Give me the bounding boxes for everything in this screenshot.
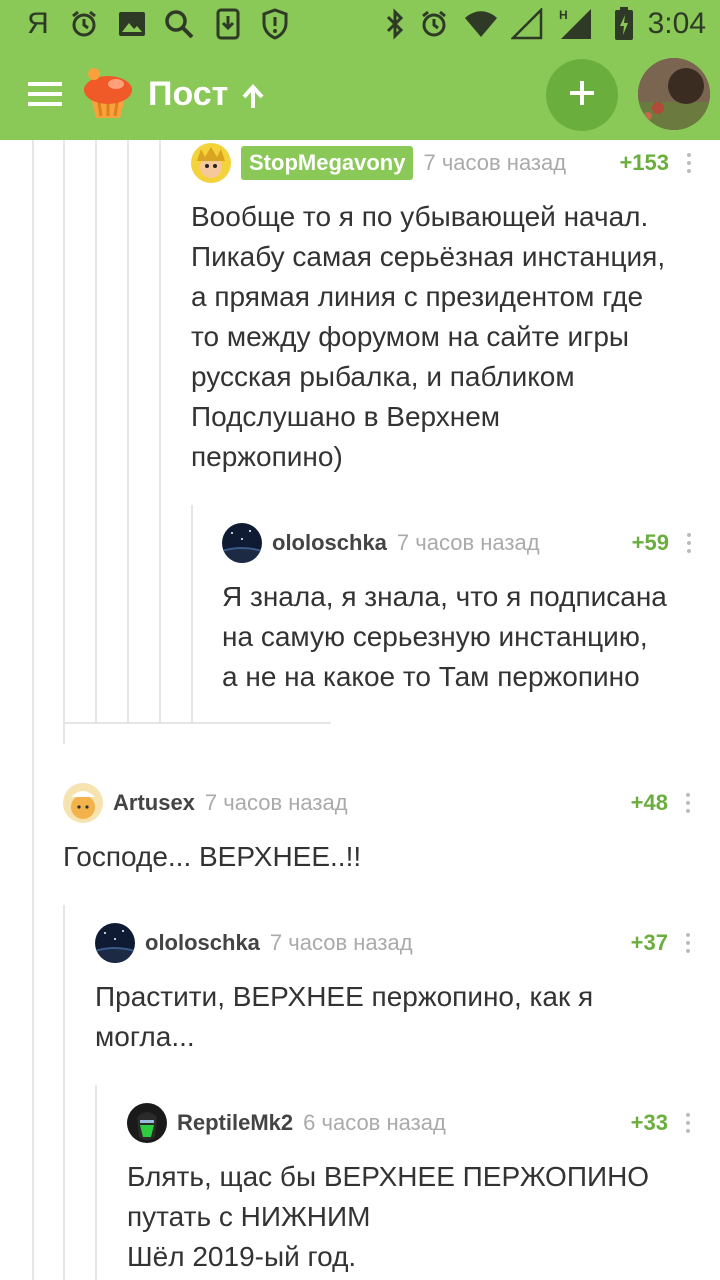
comment-time: 7 часов назад	[269, 930, 413, 955]
search-icon	[162, 6, 196, 42]
cupcake-logo-icon[interactable]	[80, 66, 136, 122]
comment-rating: +33	[630, 1110, 668, 1135]
download-icon	[214, 6, 242, 42]
thread-line	[63, 140, 65, 744]
comment: ololoschka 7 часов назад +59 Я знала, я …	[222, 523, 702, 703]
carrier-letter: Я	[27, 7, 49, 40]
add-button[interactable]	[546, 59, 618, 131]
comment-time: 7 часов назад	[204, 790, 348, 815]
comment-text: Вообще то я по убывающей начал. Пикабу с…	[191, 201, 666, 472]
comment-text: Блять, щас бы ВЕРХНЕЕ ПЕРЖОПИНО путать с…	[127, 1161, 650, 1272]
thread-line	[63, 905, 65, 1280]
comment: Artusex 7 часов назад +48 Господе... ВЕР…	[63, 783, 703, 883]
author-name[interactable]: ololoschka	[145, 930, 260, 956]
battery-charging-icon	[612, 6, 636, 42]
comment-time: 7 часов назад	[423, 150, 567, 175]
shield-alert-icon	[260, 6, 290, 42]
carrier-icon: Я	[26, 6, 50, 42]
alarm-icon	[418, 6, 450, 42]
clock: 3:04	[647, 7, 706, 40]
author-avatar[interactable]	[63, 783, 103, 823]
status-bar: Я H 3:04	[0, 0, 720, 48]
bluetooth-icon	[382, 6, 408, 42]
author-avatar[interactable]	[222, 523, 262, 563]
author-name[interactable]: ololoschka	[272, 530, 387, 556]
comment-text: Прастити, ВЕРХНЕЕ пержопино, как я могла…	[95, 981, 594, 1052]
comment-rating: +48	[630, 790, 668, 815]
thread-divider	[63, 722, 331, 724]
comment-time: 6 часов назад	[303, 1110, 446, 1135]
comment: ReptileMk2 6 часов назад +33 Блять, щас …	[127, 1103, 703, 1280]
more-options-icon[interactable]	[683, 523, 695, 563]
signal-empty-icon	[510, 6, 544, 42]
comment-rating: +59	[631, 530, 669, 555]
thread-line	[95, 140, 97, 722]
comment-rating: +153	[619, 150, 669, 175]
more-options-icon[interactable]	[682, 923, 694, 963]
more-options-icon[interactable]	[682, 1103, 694, 1143]
comment-rating: +37	[630, 930, 668, 955]
image-icon	[116, 6, 148, 42]
thread-line	[127, 140, 129, 722]
author-avatar[interactable]	[95, 923, 135, 963]
thread-line	[159, 140, 161, 722]
comment-text: Господе... ВЕРХНЕЕ..!!	[63, 841, 362, 872]
hamburger-menu-icon[interactable]	[28, 80, 62, 108]
more-options-icon[interactable]	[682, 783, 694, 823]
author-avatar[interactable]	[191, 143, 231, 183]
more-options-icon[interactable]	[683, 143, 695, 183]
thread-line	[32, 140, 34, 1280]
comment-text: Я знала, я знала, что я подписана на сам…	[222, 581, 667, 692]
page-title: Пост	[148, 75, 229, 113]
plus-icon	[567, 78, 597, 113]
thread-line	[95, 1085, 97, 1280]
app-bar: Пост	[0, 48, 720, 140]
author-name[interactable]: StopMegavony	[241, 146, 414, 180]
thread-line	[191, 505, 193, 722]
author-avatar[interactable]	[127, 1103, 167, 1143]
comment-time: 7 часов назад	[396, 530, 540, 555]
alarm-icon	[68, 6, 100, 42]
arrow-up-icon[interactable]	[240, 84, 266, 110]
wifi-icon	[462, 6, 500, 42]
user-avatar[interactable]	[638, 58, 710, 130]
svg-text:H: H	[559, 8, 568, 22]
comment: ololoschka 7 часов назад +37 Прастити, В…	[95, 923, 703, 1063]
author-name[interactable]: ReptileMk2	[177, 1110, 293, 1136]
author-name[interactable]: Artusex	[113, 790, 195, 816]
signal-h-icon: H	[556, 6, 594, 42]
comment: StopMegavony 7 часов назад +153 Вообще т…	[191, 143, 701, 483]
